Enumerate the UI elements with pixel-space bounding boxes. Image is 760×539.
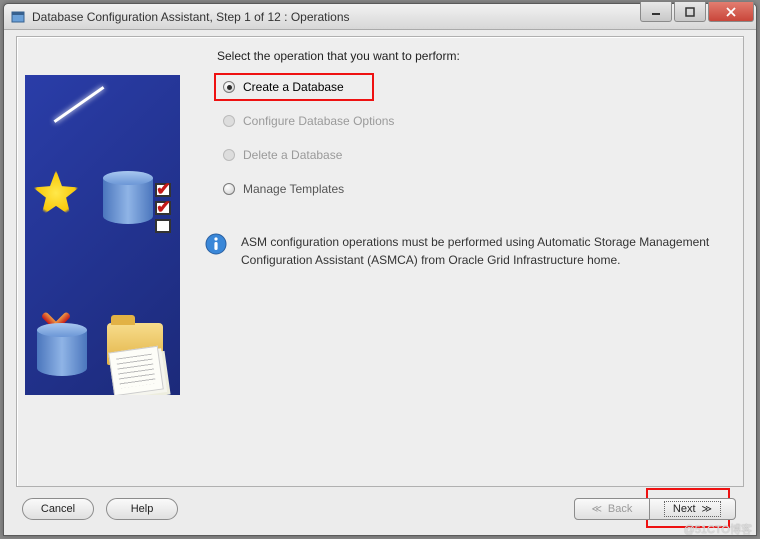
button-label: Next [673,503,696,515]
radio-icon [223,115,235,127]
operation-prompt: Select the operation that you want to pe… [217,49,731,63]
radio-manage-templates[interactable]: Manage Templates [217,179,731,199]
cancel-button[interactable]: Cancel [22,498,94,520]
papers-icon [108,346,164,395]
database-icon [37,323,87,379]
button-label: Back [608,503,632,515]
radio-label: Create a Database [243,80,344,94]
radio-icon [223,149,235,161]
close-button[interactable] [708,2,754,22]
radio-icon [223,183,235,195]
watermark: @51CTO博客 [684,521,752,537]
radio-label: Delete a Database [243,148,342,162]
radio-label: Configure Database Options [243,114,394,128]
next-button[interactable]: Next [650,498,736,520]
info-icon [205,233,227,255]
checklist-icon [155,183,171,233]
radio-delete-database[interactable]: Delete a Database [217,145,731,165]
app-window: Database Configuration Assistant, Step 1… [3,3,757,536]
window-controls [640,2,756,22]
button-label: Cancel [41,503,75,515]
main-area: Select the operation that you want to pe… [197,49,731,474]
wizard-sidebar-image [25,75,180,395]
content-panel: Select the operation that you want to pe… [16,36,744,487]
button-label: Help [131,503,154,515]
wand-icon [54,86,105,123]
maximize-button[interactable] [674,2,706,22]
wizard-footer: Cancel Help Back Next [16,493,744,525]
info-text: ASM configuration operations must be per… [241,233,731,269]
chevron-right-icon [696,503,712,515]
radio-create-database[interactable]: Create a Database [217,77,731,97]
radio-configure-options[interactable]: Configure Database Options [217,111,731,131]
minimize-button[interactable] [640,2,672,22]
app-icon [10,9,26,25]
chevron-left-icon [591,503,607,515]
info-message: ASM configuration operations must be per… [205,233,731,269]
window-title: Database Configuration Assistant, Step 1… [32,10,350,24]
title-bar[interactable]: Database Configuration Assistant, Step 1… [4,4,756,30]
star-icon [33,170,79,216]
radio-label: Manage Templates [243,182,344,196]
database-icon [103,171,153,227]
back-button[interactable]: Back [574,498,650,520]
help-button[interactable]: Help [106,498,178,520]
radio-icon [223,81,235,93]
